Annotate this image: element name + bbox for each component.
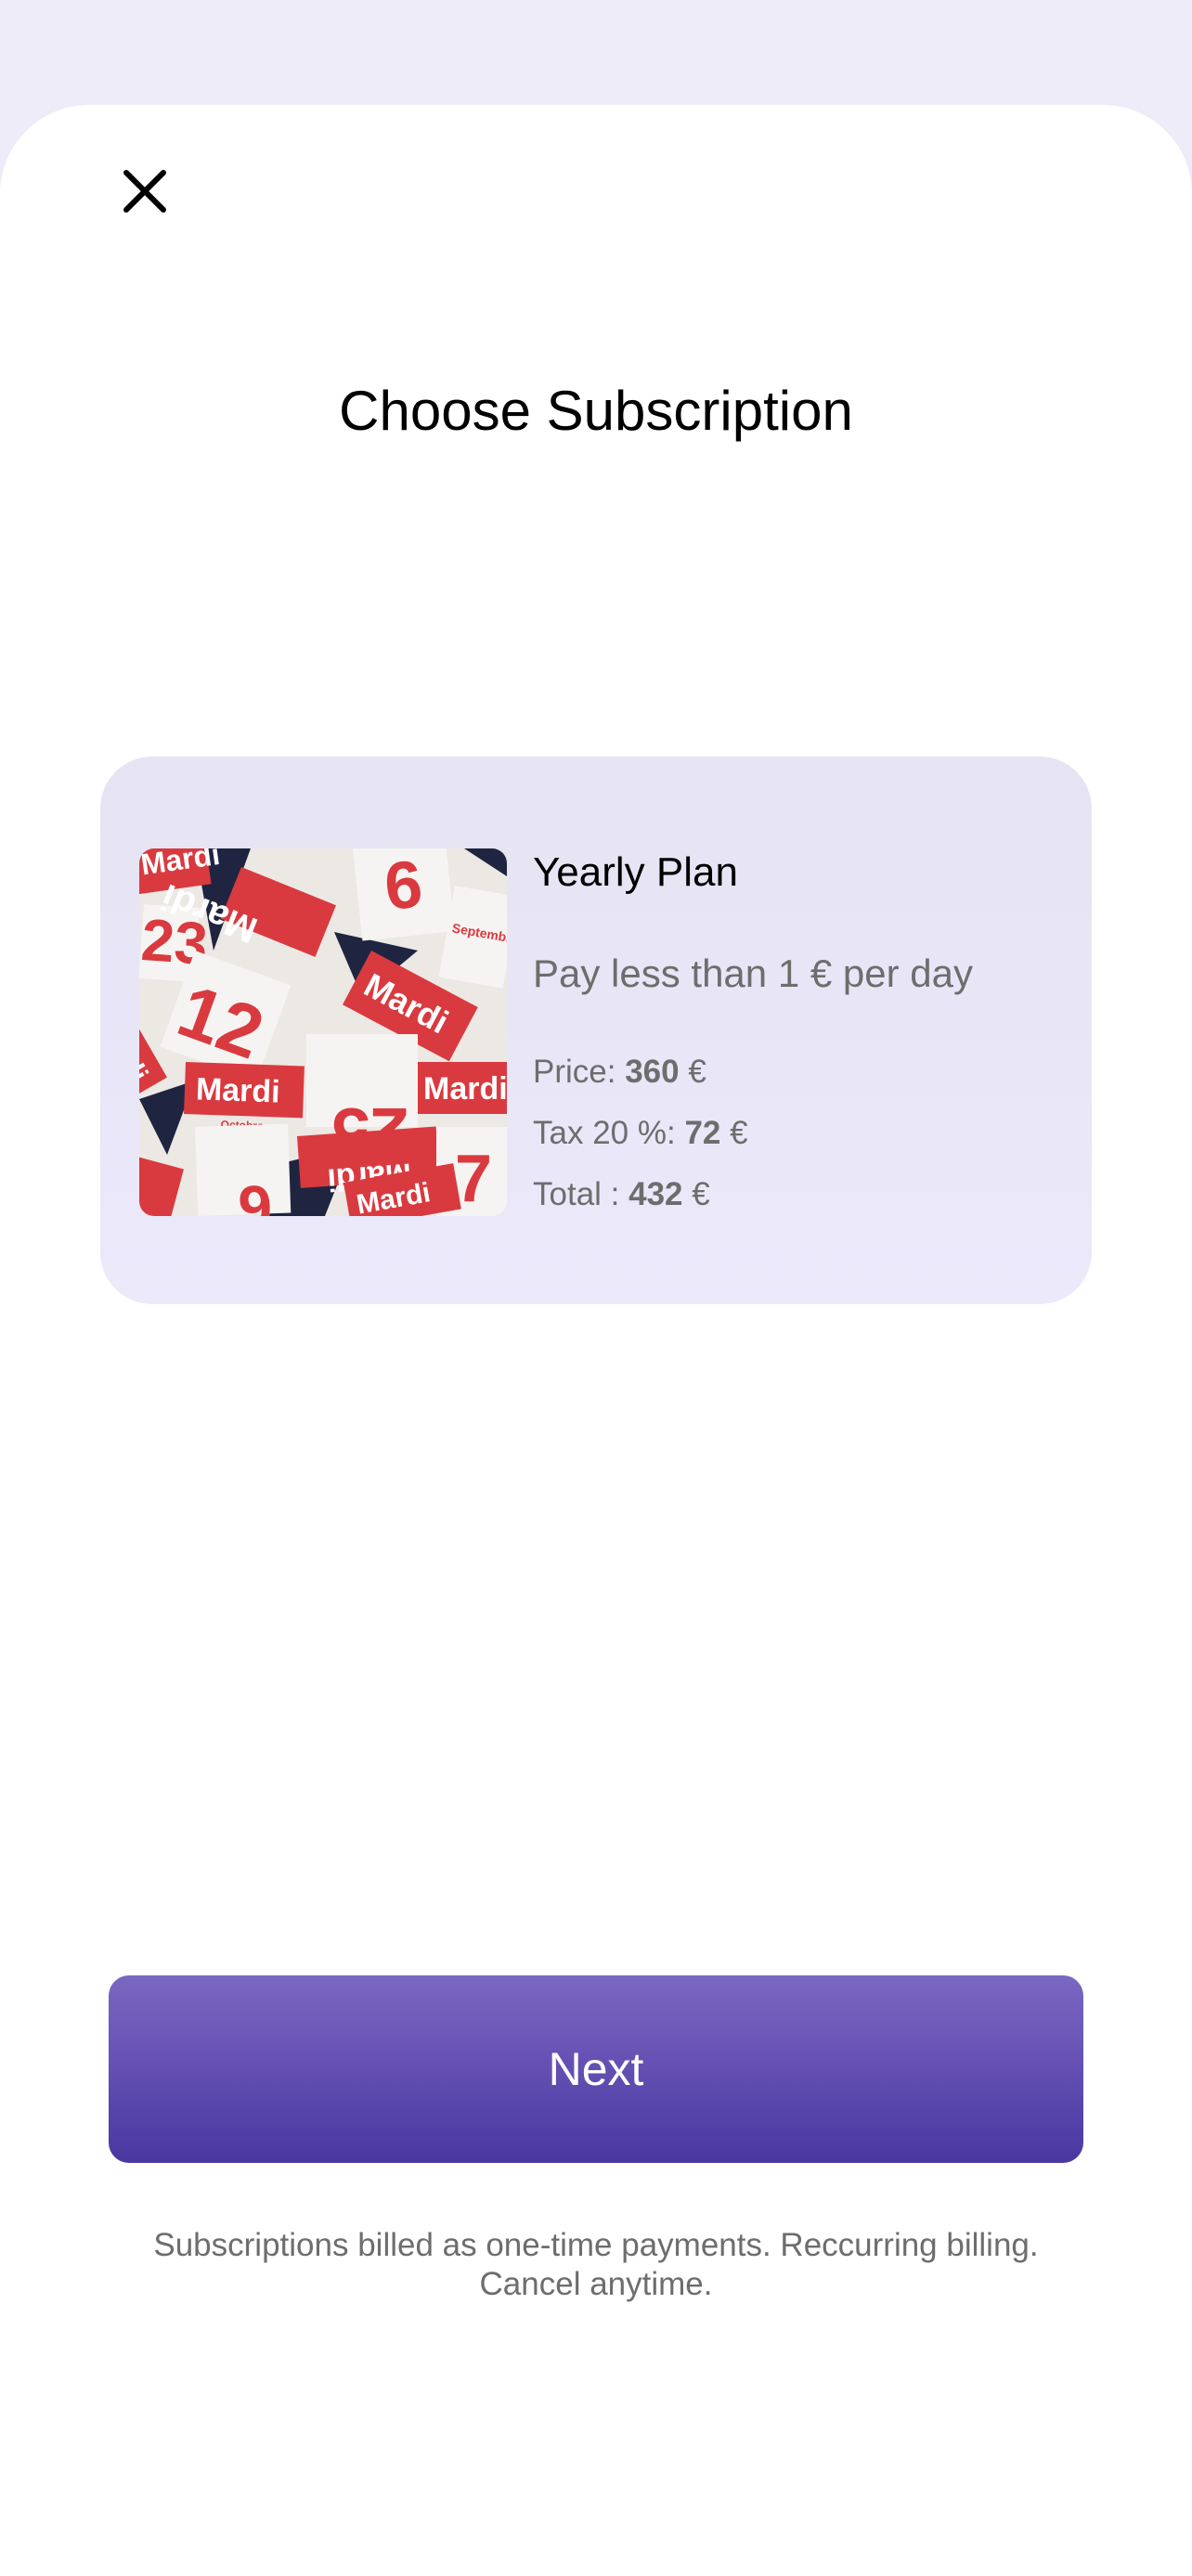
billing-footnote: Subscriptions billed as one-time payment… bbox=[153, 2227, 1039, 2302]
plan-image: Mardi 23 Mardi 9 Septembre Mardi 12 Mard… bbox=[139, 848, 507, 1216]
calendar-text: 6 bbox=[237, 1172, 273, 1216]
price-label: Price: bbox=[533, 1054, 616, 1090]
tax-value: 72 bbox=[684, 1115, 721, 1151]
plan-name: Yearly Plan bbox=[533, 849, 738, 895]
page-title: Choose Subscription bbox=[339, 380, 853, 442]
price-currency: € bbox=[688, 1054, 706, 1090]
price-line: Price: 360 € bbox=[533, 1054, 706, 1091]
tax-label: Tax 20 %: bbox=[533, 1115, 676, 1151]
calendar-text: Mardi bbox=[195, 1071, 280, 1109]
tax-currency: € bbox=[730, 1115, 748, 1151]
subscription-sheet bbox=[0, 105, 1192, 2576]
total-line: Total : 432 € bbox=[533, 1176, 710, 1213]
close-button[interactable] bbox=[111, 158, 178, 225]
calendar-text: 9 bbox=[381, 848, 425, 923]
total-currency: € bbox=[692, 1176, 710, 1212]
yearly-plan-card[interactable]: Mardi 23 Mardi 9 Septembre Mardi 12 Mard… bbox=[100, 757, 1092, 1304]
plan-tagline: Pay less than 1 € per day bbox=[533, 951, 973, 995]
calendar-text: Mardi bbox=[423, 1071, 507, 1107]
total-label: Total : bbox=[533, 1176, 620, 1212]
tax-line: Tax 20 %: 72 € bbox=[533, 1115, 748, 1152]
calendar-pages-image: Mardi 23 Mardi 9 Septembre Mardi 12 Mard… bbox=[139, 848, 507, 1216]
total-value: 432 bbox=[628, 1176, 683, 1212]
close-icon bbox=[123, 170, 166, 213]
next-button[interactable]: Next bbox=[109, 1975, 1083, 2163]
price-value: 360 bbox=[625, 1054, 680, 1090]
